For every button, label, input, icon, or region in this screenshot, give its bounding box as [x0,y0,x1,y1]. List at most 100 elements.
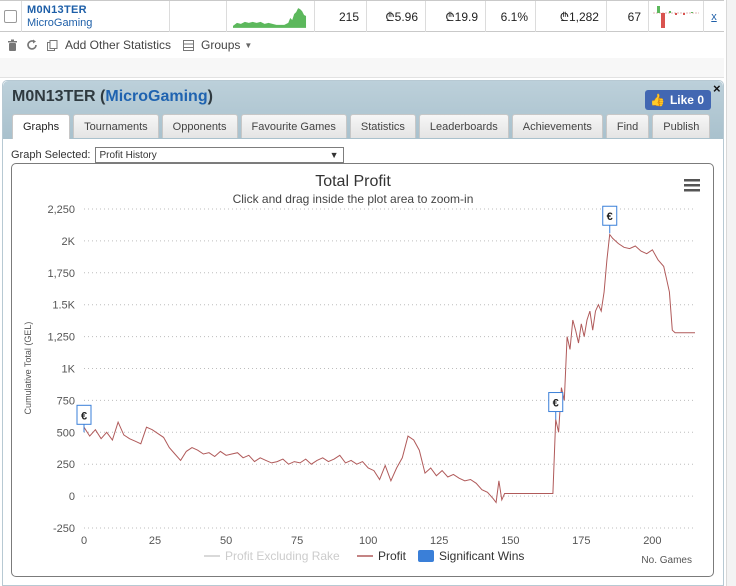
total-profit: ₾1,282 [536,1,607,32]
significant-win-symbol: € [553,398,559,410]
tab-achievements[interactable]: Achievements [511,114,603,138]
chart-title: Total Profit [315,173,391,190]
player-site-link[interactable]: MicroGaming [27,17,92,30]
groups-label: Groups [201,38,241,52]
panel-player-name: M0N13TER [12,88,96,105]
avg-stake: ₾19.9 [426,1,486,32]
y-tick-label: 1.5K [52,300,75,312]
results-table-row: M0N13TER MicroGaming 215 ₾5.96 ₾19.9 6.1… [0,0,724,32]
x-tick-label: 0 [81,535,87,547]
groups-dropdown[interactable]: Groups ▼ [181,38,252,52]
close-panel-icon[interactable]: × [713,81,721,96]
window-scrollbar[interactable] [726,0,736,586]
rank-value: 67 [607,1,649,32]
significant-win-symbol: € [607,211,613,223]
groups-icon [181,38,195,52]
y-tick-label: 1,750 [47,268,75,280]
games-count: 215 [315,1,367,32]
trash-icon[interactable] [5,38,19,52]
legend-item-significant[interactable]: Significant Wins [418,549,524,563]
significant-win-marker[interactable]: € [602,205,618,234]
graph-select-row: Graph Selected: Profit History ▼ [11,147,344,163]
graph-select-label: Graph Selected: [11,149,91,161]
form-bars-cell [649,1,704,32]
legend-profit-label: Profit [378,549,407,563]
legend-item-profit[interactable]: Profit [357,549,407,563]
thumbs-up-icon: 👍 [650,93,665,107]
dropdown-arrow-icon: ▼ [329,150,339,160]
graph-select-value: Profit History [99,149,157,161]
legend-excl-rake-label: Profit Excluding Rake [225,549,340,563]
remove-row-link[interactable]: x [711,11,717,23]
y-tick-label: -250 [53,523,75,535]
x-tick-label: 200 [643,535,661,547]
y-tick-label: 2K [62,236,76,248]
add-statistics-button[interactable]: Add Other Statistics [45,38,171,52]
player-name-link[interactable]: M0N13TER [27,4,87,17]
add-statistics-label: Add Other Statistics [65,38,172,52]
player-cell: M0N13TER MicroGaming [22,1,170,32]
y-tick-label: 2,250 [47,204,75,216]
facebook-like-button[interactable]: 👍 Like 0 [645,90,711,110]
chart-menu-icon[interactable] [684,179,700,192]
tab-favourite-games[interactable]: Favourite Games [240,114,347,138]
form-bars-chart [653,5,699,28]
copy-icon [45,38,59,52]
chart-subtitle: Click and drag inside the plot area to z… [233,192,474,206]
player-panel: M0N13TER (MicroGaming) 👍 Like 0 Graphs T… [2,80,724,586]
significant-wins-markers: € € € [76,205,618,433]
x-tick-label: 50 [220,535,232,547]
profit-chart[interactable]: -250 0 250 500 750 1K 1,250 1.5K 1,750 2K 2,250 0 2… [12,164,713,576]
tab-publish[interactable]: Publish [652,114,711,138]
significant-win-marker[interactable]: € [76,404,92,433]
legend-item-excl-rake[interactable]: Profit Excluding Rake [204,549,340,563]
legend-significant-label: Significant Wins [439,549,524,563]
panel-site-link[interactable]: MicroGaming [105,88,207,105]
profit-series-line [83,233,695,504]
y-tick-label: 1K [62,364,76,376]
x-tick-label: 175 [572,535,590,547]
x-tick-label: 75 [291,535,303,547]
like-count: 0 [697,93,704,107]
y-tick-label: 0 [69,491,75,503]
x-tick-label: 150 [501,535,519,547]
graph-select-dropdown[interactable]: Profit History ▼ [94,147,344,163]
refresh-icon[interactable] [25,38,39,52]
y-tick-label: 500 [57,427,75,439]
row-checkbox[interactable] [4,10,17,23]
x-axis-label: No. Games [641,555,692,566]
row-select-cell [0,1,22,32]
empty-cell [170,1,227,32]
caret-down-icon: ▼ [244,40,253,50]
sparkline-cell [227,1,315,32]
y-axis-label: Cumulative Total (GEL) [23,322,33,415]
panel-paren-close: ) [207,88,213,105]
significant-win-symbol: € [81,410,87,422]
x-tick-label: 100 [359,535,377,547]
chart-grid [84,208,695,529]
y-tick-label: 250 [57,459,75,471]
table-toolbar: Add Other Statistics Groups ▼ [0,33,724,57]
tab-tournaments[interactable]: Tournaments [73,114,159,138]
panel-title: M0N13TER (MicroGaming) [12,88,213,106]
profit-sparkline [233,7,307,28]
x-tick-label: 125 [430,535,448,547]
tab-find[interactable]: Find [605,114,650,138]
tab-statistics[interactable]: Statistics [349,114,416,138]
tab-graphs[interactable]: Graphs [12,114,71,139]
y-tick-label: 1,250 [47,332,75,344]
panel-header: M0N13TER (MicroGaming) 👍 Like 0 Graphs T… [3,81,723,139]
x-tick-label: 25 [149,535,161,547]
avg-profit: ₾5.96 [367,1,426,32]
roi-value: 6.1% [486,1,536,32]
like-label: Like [669,93,694,107]
significant-win-marker[interactable]: € [548,392,564,420]
tab-opponents[interactable]: Opponents [161,114,238,138]
panel-tabs: Graphs Tournaments Opponents Favourite G… [12,114,713,139]
y-tick-label: 750 [57,395,75,407]
remove-row-cell: x [704,1,724,32]
y-axis-ticks: -250 0 250 500 750 1K 1,250 1.5K 1,750 2K 2,250 [47,204,75,535]
profit-chart-container: -250 0 250 500 750 1K 1,250 1.5K 1,750 2K 2,250 0 2… [11,163,714,577]
tab-leaderboards[interactable]: Leaderboards [418,114,509,138]
legend-significant-swatch [418,550,434,562]
